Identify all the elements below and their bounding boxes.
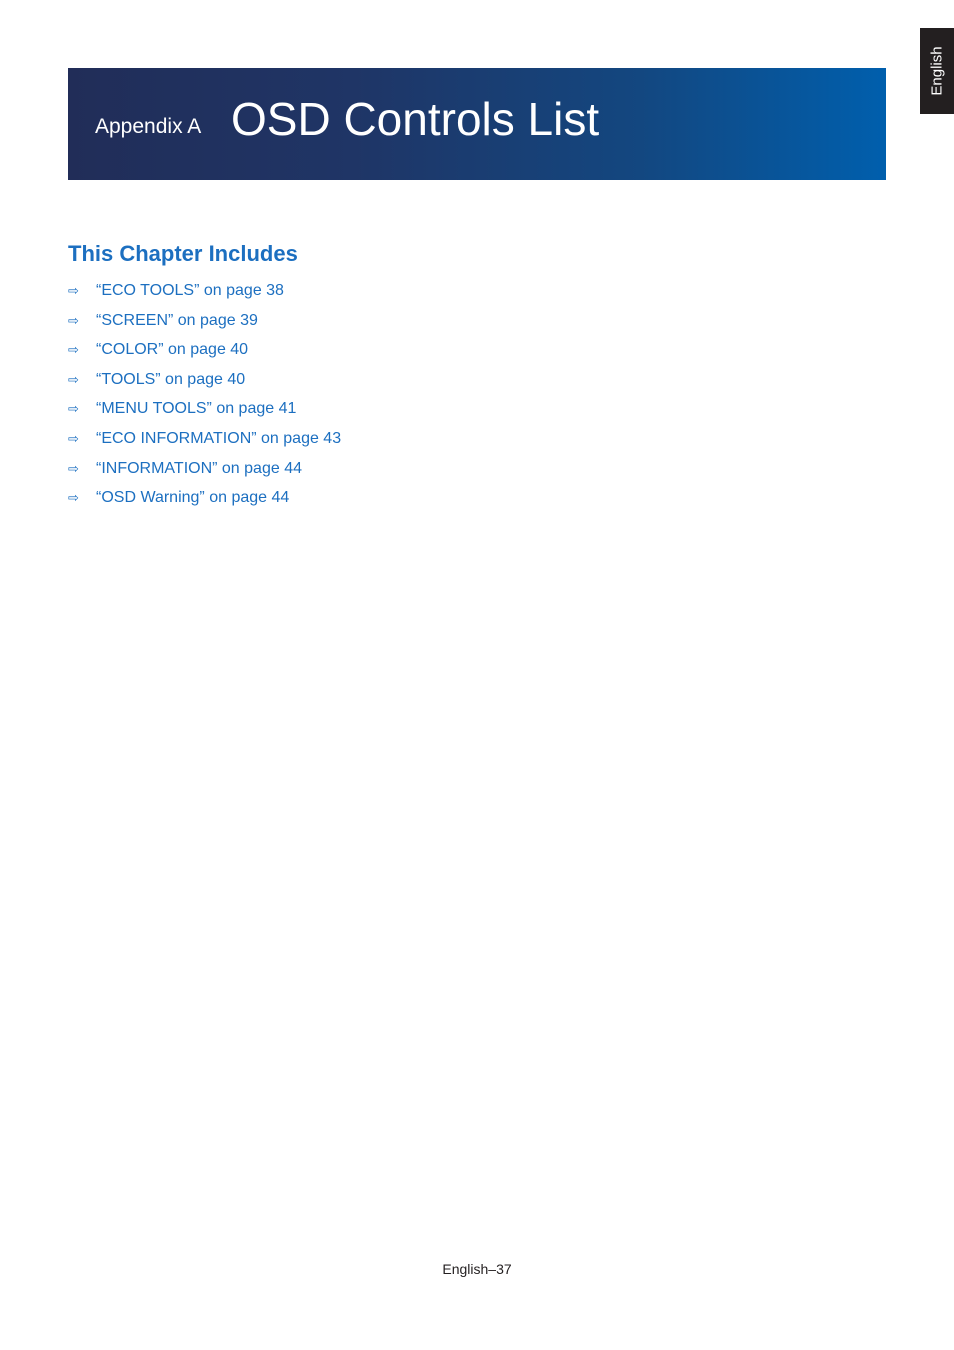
appendix-label: Appendix A — [95, 115, 202, 138]
chapter-contents-list: ⇨ “ECO TOOLS” on page 38 ⇨ “SCREEN” on pag… — [68, 281, 341, 518]
language-tab-label: English — [928, 46, 946, 96]
toc-link-label[interactable]: “ECO INFORMATION” on page 43 — [96, 429, 341, 449]
toc-link[interactable]: ⇨ “MENU TOOLS” on page 41 — [68, 399, 341, 429]
toc-link-label[interactable]: “SCREEN” on page 39 — [96, 311, 258, 331]
toc-link-label[interactable]: “OSD Warning” on page 44 — [96, 488, 289, 508]
page-number: English–37 — [442, 1261, 512, 1277]
arrow-right-icon: ⇨ — [68, 401, 79, 417]
toc-link-label[interactable]: “INFORMATION” on page 44 — [96, 459, 302, 479]
arrow-right-icon: ⇨ — [68, 371, 79, 387]
toc-link[interactable]: ⇨ “COLOR” on page 40 — [68, 340, 341, 370]
arrow-right-icon: ⇨ — [68, 430, 79, 446]
arrow-right-icon: ⇨ — [68, 312, 79, 328]
arrow-right-icon: ⇨ — [68, 460, 79, 476]
toc-link[interactable]: ⇨ “TOOLS” on page 40 — [68, 370, 341, 400]
toc-link[interactable]: ⇨ “INFORMATION” on page 44 — [68, 459, 341, 489]
toc-link-label[interactable]: “ECO TOOLS” on page 38 — [96, 281, 284, 301]
section-heading: This Chapter Includes — [68, 241, 298, 266]
toc-link[interactable]: ⇨ “SCREEN” on page 39 — [68, 311, 341, 341]
arrow-right-icon: ⇨ — [68, 283, 79, 298]
toc-link-label[interactable]: “MENU TOOLS” on page 41 — [96, 399, 296, 419]
toc-link[interactable]: ⇨ “ECO TOOLS” on page 38 — [68, 281, 341, 311]
language-tab: English — [920, 28, 954, 114]
chapter-banner: Appendix A OSD Controls List — [68, 68, 886, 180]
page-title: OSD Controls List — [231, 93, 600, 145]
toc-link-label[interactable]: “TOOLS” on page 40 — [96, 370, 245, 390]
arrow-right-icon: ⇨ — [68, 490, 79, 506]
toc-link-label[interactable]: “COLOR” on page 40 — [96, 340, 248, 360]
arrow-right-icon: ⇨ — [68, 342, 79, 358]
toc-link[interactable]: ⇨ “OSD Warning” on page 44 — [68, 488, 341, 518]
toc-link[interactable]: ⇨ “ECO INFORMATION” on page 43 — [68, 429, 341, 459]
